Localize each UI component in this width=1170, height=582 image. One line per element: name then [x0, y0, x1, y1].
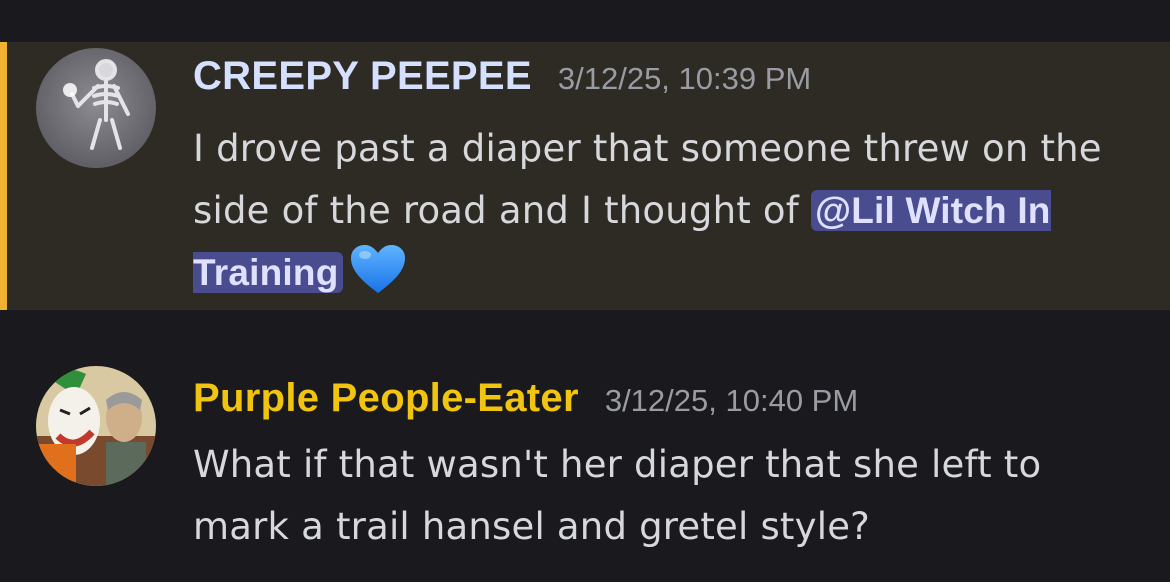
message-content: What if that wasn't her diaper that she …	[193, 443, 1042, 548]
avatar-skeleton-icon[interactable]	[36, 48, 156, 168]
message-normal[interactable]: Purple People-Eater 3/12/25, 10:40 PM Wh…	[0, 362, 1170, 562]
blue-heart-icon	[349, 243, 407, 314]
username[interactable]: Purple People-Eater	[193, 376, 579, 421]
message-header: CREEPY PEEPEE 3/12/25, 10:39 PM	[193, 54, 811, 99]
timestamp: 3/12/25, 10:40 PM	[604, 383, 859, 418]
message-content: I drove past a diaper that someone threw…	[193, 118, 1113, 314]
username[interactable]: CREEPY PEEPEE	[193, 54, 532, 99]
avatar-joker-icon[interactable]	[36, 366, 156, 486]
message-highlighted[interactable]: CREEPY PEEPEE 3/12/25, 10:39 PM I drove …	[0, 42, 1170, 310]
chat-messages: CREEPY PEEPEE 3/12/25, 10:39 PM I drove …	[0, 0, 1170, 582]
message-header: Purple People-Eater 3/12/25, 10:40 PM	[193, 376, 858, 421]
timestamp: 3/12/25, 10:39 PM	[557, 61, 812, 96]
